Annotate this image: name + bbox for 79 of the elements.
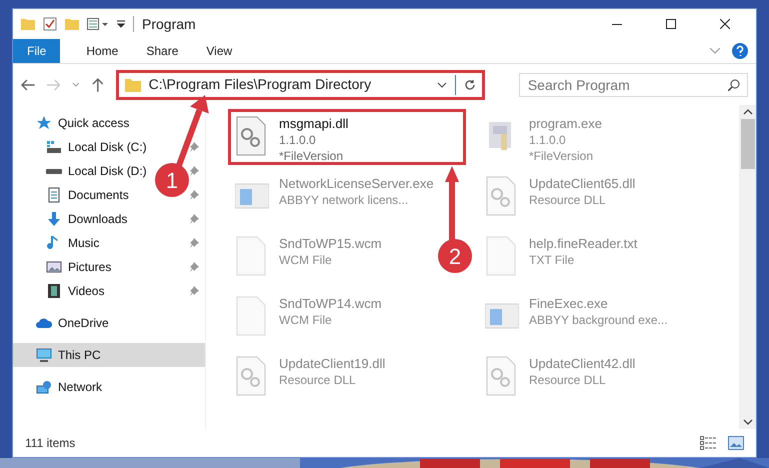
item-count: 111 items <box>25 435 76 452</box>
file-detail: Resource DLL <box>279 372 357 388</box>
nav-item[interactable]: Pictures <box>13 255 153 279</box>
file-name[interactable]: SndToWP15.wcm <box>279 236 382 252</box>
details-view-icon[interactable] <box>700 436 716 450</box>
document-icon <box>46 187 62 203</box>
dropdown-icon[interactable] <box>117 20 125 28</box>
tiles-view-icon[interactable] <box>728 436 744 450</box>
file-detail: *FileVersion <box>279 148 344 164</box>
chevron-icon[interactable] <box>710 48 720 54</box>
nav-item[interactable]: Quick access <box>13 111 153 135</box>
drive-icon <box>46 168 62 174</box>
search-field[interactable]: Search Program <box>518 72 748 96</box>
star-icon <box>36 115 52 131</box>
file-detail: WCM File <box>279 252 333 268</box>
window-title: Program <box>142 14 196 34</box>
ribbon-tab[interactable]: Home <box>72 39 132 63</box>
pin-icon[interactable] <box>189 142 199 152</box>
folder-icon <box>124 78 141 92</box>
file-tile[interactable]: msgmapi.dll 1.1.0.0 *FileVersion <box>228 109 466 165</box>
drive-icon <box>46 141 62 153</box>
nav-item[interactable]: Local Disk (D:) <box>13 159 153 183</box>
caret-icon[interactable] <box>437 82 448 88</box>
down-arrow-icon <box>46 211 62 227</box>
nav-item[interactable]: OneDrive <box>13 311 153 335</box>
pin-icon[interactable] <box>189 262 199 272</box>
nav-item[interactable]: Local Disk (C:) <box>13 135 153 159</box>
monitor-icon <box>36 348 52 362</box>
scroll-down-icon[interactable] <box>742 419 752 425</box>
scrollbar[interactable] <box>739 105 756 429</box>
search-icon <box>728 78 740 90</box>
pin-icon[interactable] <box>189 286 199 296</box>
picture-icon <box>46 261 62 273</box>
file-name[interactable]: UpdateClient65.dll <box>529 176 636 192</box>
file-name[interactable]: UpdateClient19.dll <box>279 356 386 372</box>
file-detail: 1.1.0.0 <box>529 132 567 148</box>
help-icon[interactable] <box>732 43 748 59</box>
scroll-thumb[interactable] <box>740 119 754 169</box>
file-name: msgmapi.dll <box>279 116 348 132</box>
file-name[interactable]: FineExec.exe <box>529 296 668 312</box>
file-detail: Resource DLL <box>529 192 607 208</box>
up-icon[interactable] <box>92 78 104 92</box>
back-icon[interactable] <box>21 78 35 90</box>
address-bar[interactable]: C:\Program Files\Program Directory <box>116 70 486 100</box>
cloud-icon <box>36 317 52 329</box>
close-icon[interactable] <box>720 19 730 29</box>
file-detail: ABBYY network licens... <box>279 192 410 208</box>
file-name[interactable]: SndToWP14.wcm <box>279 296 382 312</box>
pin-icon[interactable] <box>189 166 199 176</box>
nav-item[interactable]: Downloads <box>13 207 153 231</box>
nav-item[interactable]: This PC <box>13 343 205 367</box>
ribbon-tab[interactable]: Share <box>132 39 192 63</box>
scroll-up-icon[interactable] <box>742 109 752 115</box>
file-detail: TXT File <box>529 252 576 268</box>
checklist-icon[interactable] <box>43 17 57 31</box>
file-name[interactable]: help.fineReader.txt <box>529 236 638 252</box>
properties-icon[interactable] <box>87 18 109 30</box>
nav-item[interactable]: Videos <box>13 279 153 303</box>
file-name[interactable]: NetworkLicenseServer.exe <box>279 176 434 192</box>
file-detail: Resource DLL <box>529 372 607 388</box>
network-icon <box>36 380 52 394</box>
pin-icon[interactable] <box>189 190 199 200</box>
ribbon-tab[interactable]: View <box>192 39 246 63</box>
pin-icon[interactable] <box>189 238 199 248</box>
file-name[interactable]: UpdateClient42.dll <box>529 356 636 372</box>
pin-icon[interactable] <box>189 214 199 224</box>
nav-item[interactable]: Music <box>13 231 153 255</box>
maximize-icon[interactable] <box>666 19 676 29</box>
ribbon-tab[interactable]: File <box>13 39 60 63</box>
nav-item[interactable]: Documents <box>13 183 153 207</box>
film-icon <box>46 283 62 299</box>
file-detail: ABBYY background exe... <box>529 312 668 328</box>
file-detail: WCM File <box>279 312 333 328</box>
file-detail: *FileVersion <box>529 148 594 164</box>
path-text: C:\Program Files\Program Directory <box>148 75 372 94</box>
file-name[interactable]: program.exe <box>529 116 602 132</box>
refresh-icon[interactable] <box>464 78 476 90</box>
file-detail: 1.1.0.0 <box>279 132 317 148</box>
nav-item[interactable]: Network <box>13 375 153 399</box>
